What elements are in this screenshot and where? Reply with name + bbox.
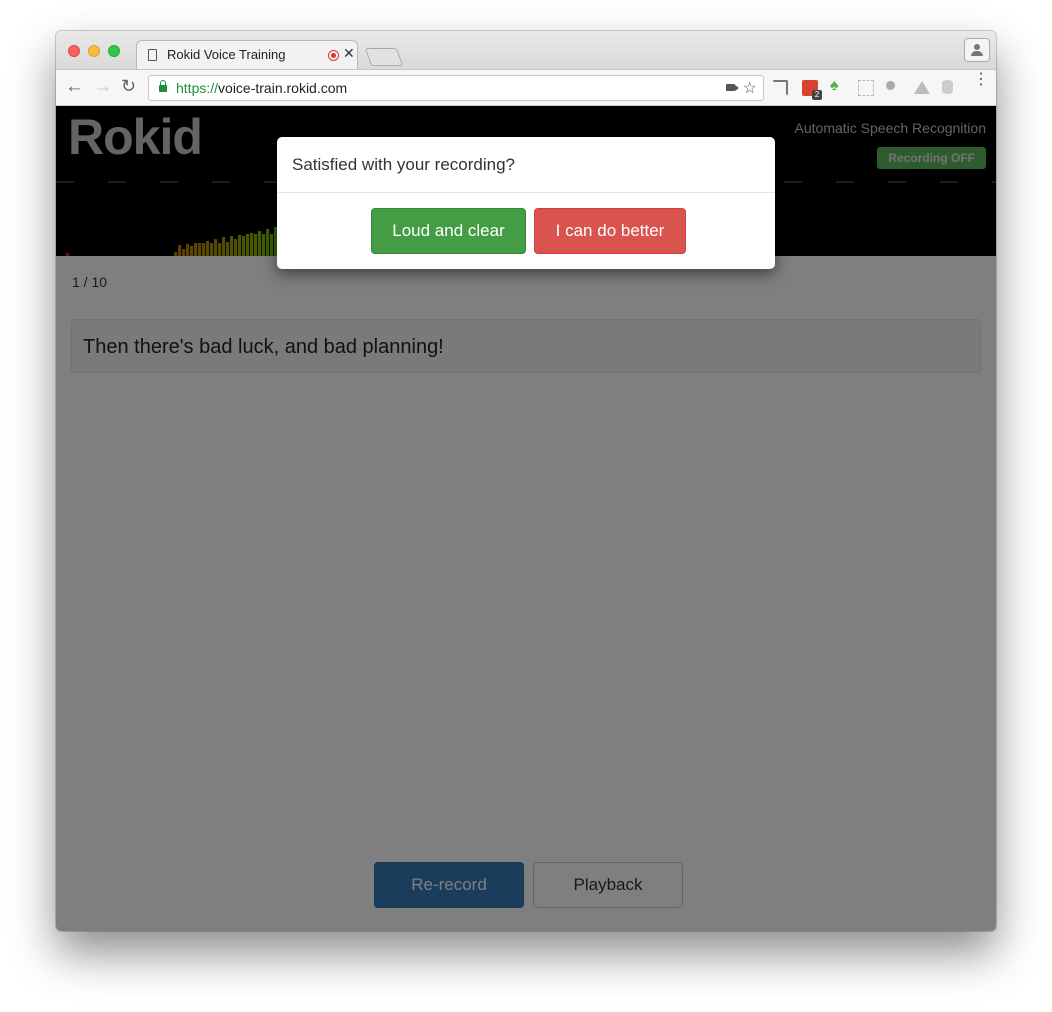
url-text: https://voice-train.rokid.com [176,80,347,96]
profile-icon[interactable] [964,38,990,62]
minimize-window-button[interactable] [88,45,100,57]
evernote-extension-icon[interactable]: ♠ [830,77,846,94]
reload-icon[interactable]: ↻ [121,76,136,97]
dialog-title: Satisfied with your recording? [292,155,516,174]
bookmark-star-icon[interactable]: ☆ [743,78,757,98]
browser-window: Rokid Voice Training ✕ ← → ↻ https://voi… [56,31,996,931]
tab-title: Rokid Voice Training [167,47,286,62]
address-bar[interactable]: https://voice-train.rokid.com ☆ [148,75,764,101]
i-can-do-better-button[interactable]: I can do better [534,208,686,254]
close-tab-icon[interactable]: ✕ [343,45,355,62]
url-host: voice-train.rokid.com [218,80,348,96]
pin-extension-icon[interactable] [886,81,895,90]
browser-toolbar: ← → ↻ https://voice-train.rokid.com ☆ ♠ … [56,69,996,106]
back-arrow-icon[interactable]: ← [65,76,84,98]
dialog-divider [277,192,775,193]
database-extension-icon[interactable] [942,80,953,94]
recording-indicator-icon [328,50,339,61]
lock-icon [159,80,167,92]
grid-extension-icon[interactable] [858,80,874,96]
camera-icon[interactable] [726,84,739,91]
maximize-window-button[interactable] [108,45,120,57]
new-tab-button[interactable] [364,48,404,66]
calendar-extension-icon[interactable] [802,80,822,100]
browser-tab[interactable]: Rokid Voice Training ✕ [136,40,358,69]
drive-extension-icon[interactable] [914,81,930,94]
browser-menu-icon[interactable]: ⋮ [973,72,989,93]
forward-arrow-icon[interactable]: → [93,76,112,98]
title-bar: Rokid Voice Training ✕ [56,31,996,69]
close-window-button[interactable] [68,45,80,57]
loud-and-clear-button[interactable]: Loud and clear [371,208,526,254]
cast-icon[interactable] [772,80,788,96]
confirm-recording-dialog: Satisfied with your recording? Loud and … [277,137,775,269]
url-scheme: https:// [176,80,219,96]
document-icon [148,49,157,61]
page-content: Rokid Automatic Speech Recognition Recor… [56,106,996,931]
